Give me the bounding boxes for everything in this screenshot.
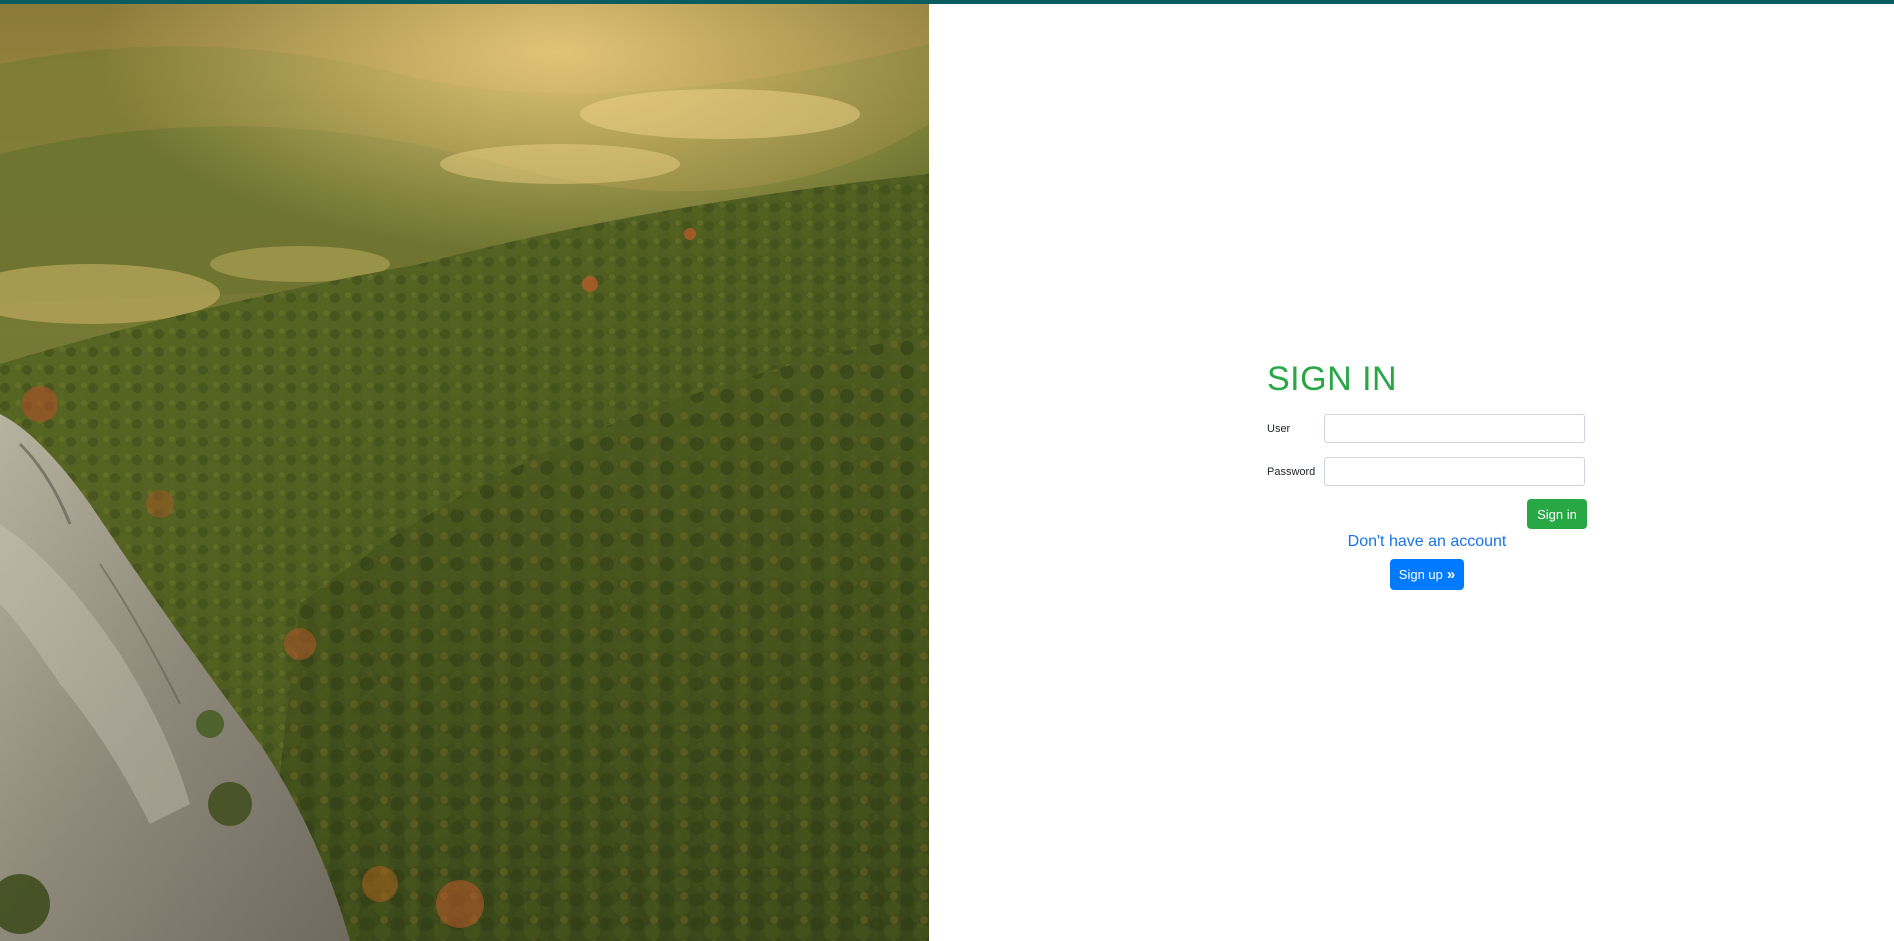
signup-button-label: Sign up xyxy=(1398,567,1443,582)
password-input[interactable] xyxy=(1324,457,1585,486)
user-input[interactable] xyxy=(1324,414,1585,443)
signin-button[interactable]: Sign in xyxy=(1527,499,1587,529)
double-chevron-right-icon: » xyxy=(1446,566,1456,583)
password-row: Password xyxy=(1267,456,1587,487)
landscape-photo xyxy=(0,4,929,941)
top-accent-bar xyxy=(0,0,1894,4)
form-actions: Sign in xyxy=(1267,499,1587,529)
page-title: SIGN IN xyxy=(1267,360,1398,398)
password-label: Password xyxy=(1267,465,1316,478)
no-account-text: Don't have an account xyxy=(1347,533,1507,550)
signin-form: SIGN IN User Password Sign in Don't have… xyxy=(1267,359,1587,590)
user-label: User xyxy=(1267,422,1291,435)
signin-panel: SIGN IN User Password Sign in Don't have… xyxy=(929,4,1894,941)
signup-wrapper: Sign up » xyxy=(1267,559,1587,590)
user-row: User xyxy=(1267,413,1587,444)
signup-button[interactable]: Sign up » xyxy=(1389,559,1465,590)
